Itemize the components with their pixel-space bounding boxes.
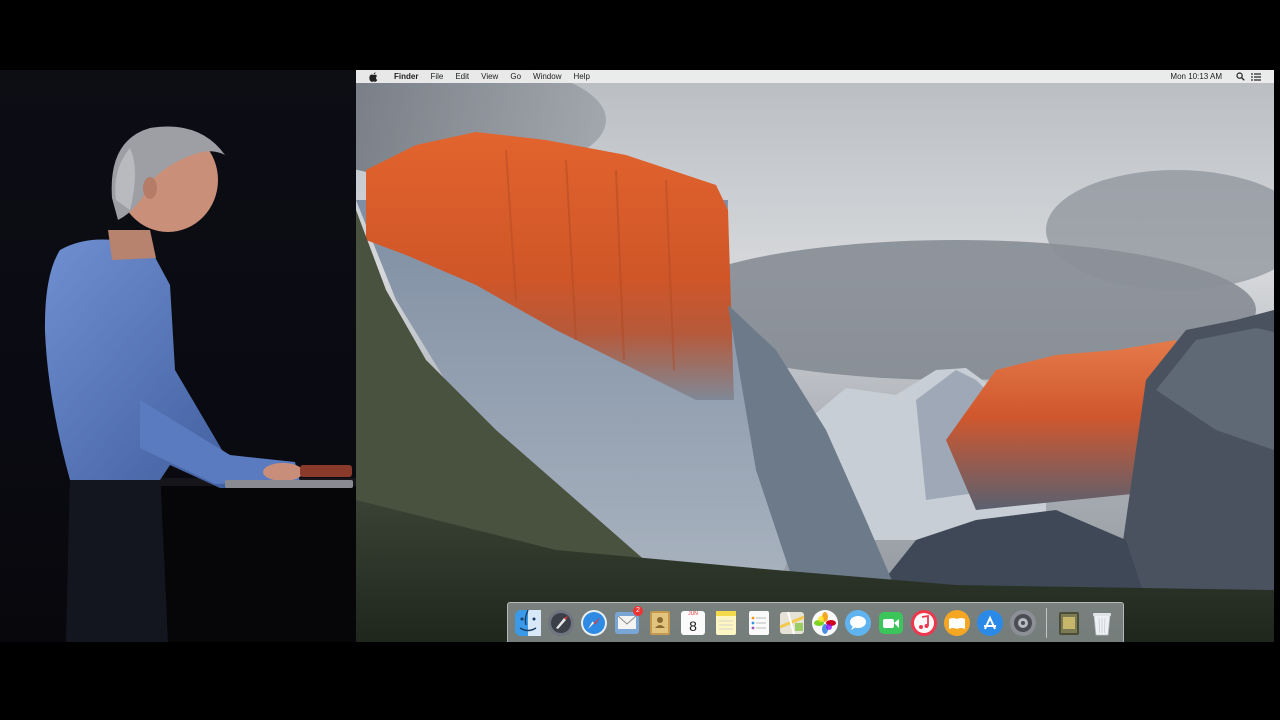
photos-icon[interactable] bbox=[811, 609, 839, 637]
menu-view[interactable]: View bbox=[475, 70, 504, 83]
dock: 2 JUN 8 bbox=[507, 602, 1124, 642]
notification-center-icon[interactable] bbox=[1250, 71, 1262, 83]
menu-help[interactable]: Help bbox=[567, 70, 595, 83]
menu-file[interactable]: File bbox=[424, 70, 449, 83]
spotlight-search-icon[interactable] bbox=[1234, 71, 1246, 83]
safari-icon[interactable] bbox=[580, 609, 608, 637]
menu-bar-left: Finder File Edit View Go Window Help bbox=[356, 70, 596, 83]
app-store-icon[interactable] bbox=[976, 609, 1004, 637]
calendar-icon[interactable]: JUN 8 bbox=[679, 609, 707, 637]
contacts-icon[interactable] bbox=[646, 609, 674, 637]
el-capitan-wallpaper bbox=[356, 70, 1274, 642]
stage-area bbox=[0, 70, 356, 642]
messages-icon[interactable] bbox=[844, 609, 872, 637]
menu-bar: Finder File Edit View Go Window Help Mon… bbox=[356, 70, 1274, 83]
mail-unread-badge: 2 bbox=[633, 605, 643, 616]
menu-clock[interactable]: Mon 10:13 AM bbox=[1162, 72, 1230, 81]
notes-icon[interactable] bbox=[712, 609, 740, 637]
calendar-month: JUN bbox=[688, 610, 698, 617]
facetime-icon[interactable] bbox=[877, 609, 905, 637]
mail-icon[interactable]: 2 bbox=[613, 605, 643, 637]
launchpad-icon[interactable] bbox=[547, 609, 575, 637]
finder-icon[interactable] bbox=[514, 609, 542, 637]
reminders-icon[interactable] bbox=[745, 609, 773, 637]
presenter-figure bbox=[44, 126, 356, 642]
menu-edit[interactable]: Edit bbox=[449, 70, 475, 83]
calendar-day: 8 bbox=[689, 617, 697, 634]
system-preferences-icon[interactable] bbox=[1009, 609, 1037, 637]
menu-bar-right: Mon 10:13 AM bbox=[1162, 70, 1274, 83]
itunes-icon[interactable] bbox=[910, 609, 938, 637]
dock-separator bbox=[1046, 607, 1047, 638]
menu-app-name[interactable]: Finder bbox=[388, 70, 424, 83]
maps-icon[interactable] bbox=[778, 609, 806, 637]
apple-menu-icon[interactable] bbox=[368, 71, 378, 82]
ibooks-icon[interactable] bbox=[943, 609, 971, 637]
downloads-stack-icon[interactable] bbox=[1055, 609, 1083, 637]
trash-icon[interactable] bbox=[1088, 609, 1116, 637]
menu-window[interactable]: Window bbox=[527, 70, 567, 83]
mac-desktop: Finder File Edit View Go Window Help Mon… bbox=[356, 70, 1274, 642]
menu-go[interactable]: Go bbox=[504, 70, 527, 83]
